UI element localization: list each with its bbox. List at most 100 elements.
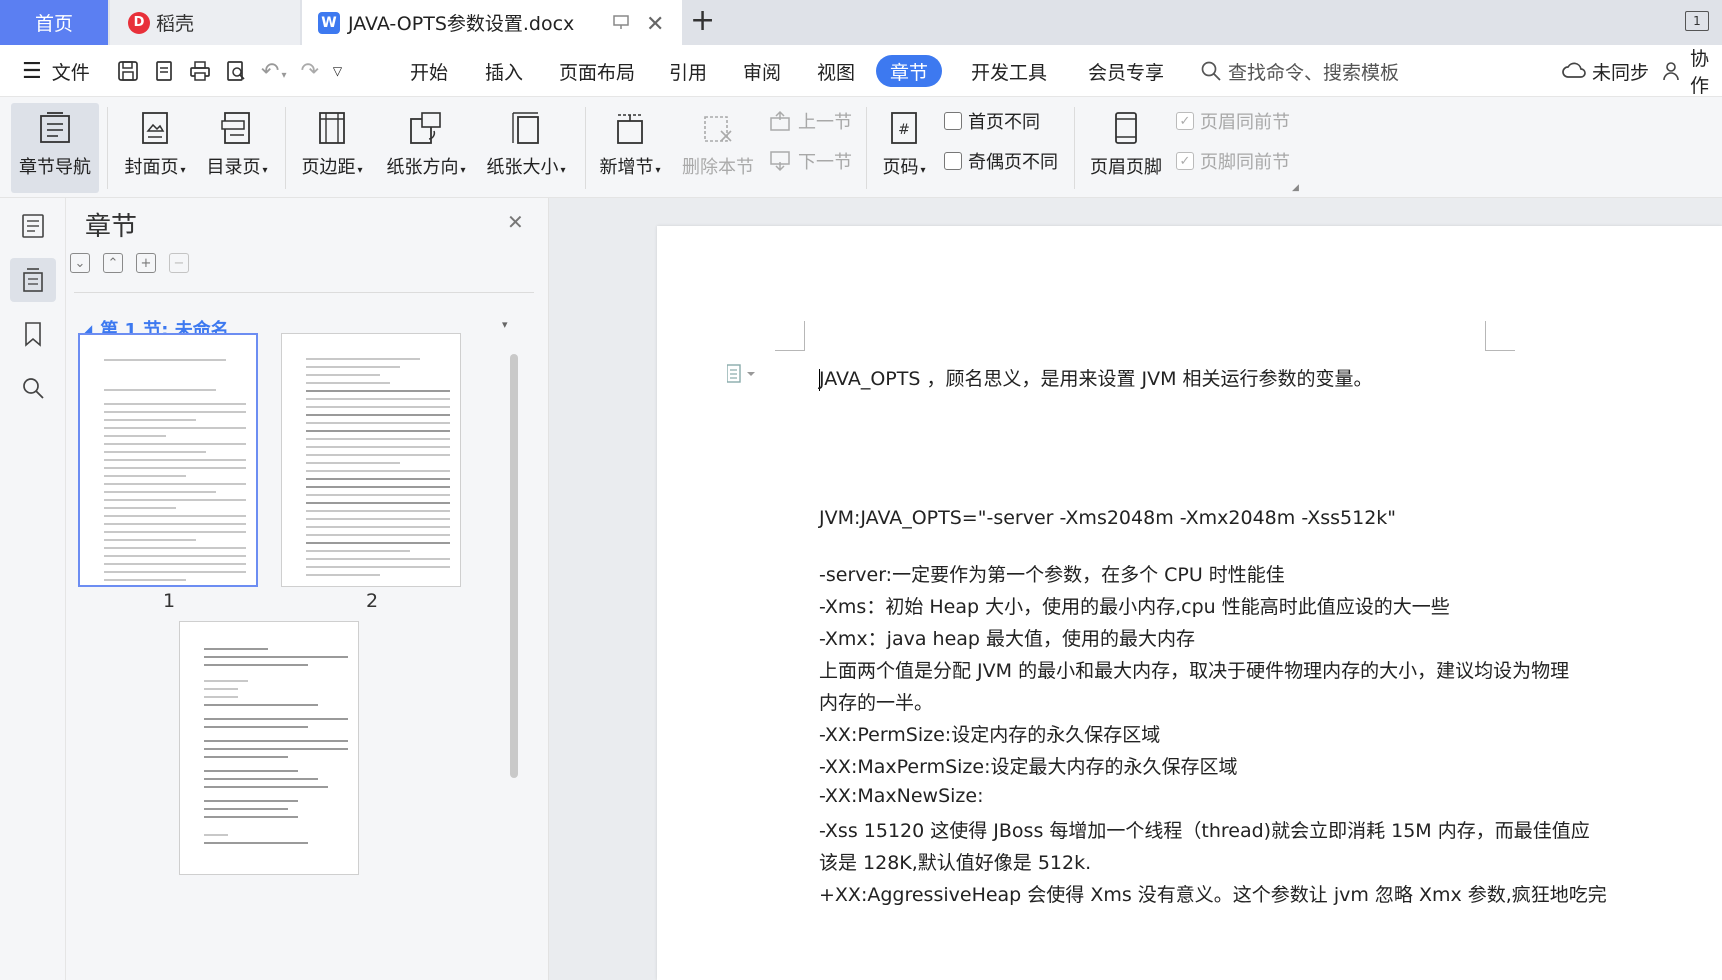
- divider: [107, 107, 108, 189]
- paper-size-label: 纸张大小: [486, 157, 559, 178]
- page-thumbnail-2[interactable]: [281, 333, 461, 587]
- page-number-label: 页码: [882, 157, 919, 178]
- doc-paragraph: -XX:MaxNewSize:: [819, 785, 984, 807]
- search-icon[interactable]: [10, 366, 56, 410]
- word-doc-icon: W: [318, 11, 340, 34]
- document-page[interactable]: JAVA_OPTS ，顾名思义，是用来设置 JVM 相关运行参数的变量。 JVM…: [657, 226, 1722, 980]
- menu-bar: ☰ 文件 ↶ ▾ ↷ ▽ 开始 插入 页面布局 引用 审阅 视图 章节 开发工具 …: [0, 45, 1722, 97]
- tab-daoke[interactable]: D 稻壳: [110, 0, 300, 45]
- prev-section-label: 上一节: [798, 112, 852, 133]
- remove-section-icon[interactable]: −: [169, 253, 189, 273]
- next-section-label: 下一节: [798, 152, 852, 173]
- menu-item-start[interactable]: 开始: [410, 45, 448, 97]
- collaborate-button[interactable]: 协作: [1662, 45, 1722, 97]
- chevron-down-icon[interactable]: ▾: [502, 318, 508, 331]
- margin-button[interactable]: 页边距 ▾: [297, 103, 367, 193]
- print-preview-icon[interactable]: [225, 60, 247, 82]
- doc-paragraph: 内存的一半。: [819, 692, 934, 714]
- more-dropdown-icon[interactable]: ▽: [333, 64, 342, 78]
- close-icon[interactable]: ✕: [507, 210, 524, 234]
- menu-item-reference[interactable]: 引用: [669, 45, 707, 97]
- menu-item-page-layout[interactable]: 页面布局: [559, 45, 635, 97]
- chapter-nav-button[interactable]: 章节导航: [11, 103, 99, 193]
- first-page-diff-checkbox[interactable]: 首页不同: [944, 105, 1040, 137]
- hamburger-icon: ☰: [22, 58, 42, 84]
- ribbon-toolbar: 章节导航 封面页 ▾ 目录页 ▾ 页边距 ▾ 纸张方向 ▾ 纸张大小 ▾ 新增节 ▾ 删除本…: [0, 97, 1722, 198]
- menu-item-view[interactable]: 视图: [817, 45, 855, 97]
- paragraph-format-icon[interactable]: [727, 364, 761, 384]
- sync-label: 未同步: [1592, 61, 1650, 84]
- save-icon[interactable]: [117, 60, 139, 82]
- doc-paragraph: -XX:PermSize:设定内存的永久保存区域: [819, 724, 1161, 746]
- paper-size-button[interactable]: 纸张大小 ▾: [480, 103, 572, 193]
- margin-corner: [775, 321, 805, 351]
- footer-same-checkbox[interactable]: ✓ 页脚同前节: [1176, 145, 1290, 177]
- toc-page-button[interactable]: 目录页 ▾: [200, 103, 274, 193]
- expand-all-icon[interactable]: ⌄: [70, 253, 90, 273]
- bookmark-icon[interactable]: [10, 312, 56, 356]
- menu-item-section[interactable]: 章节: [876, 55, 943, 87]
- thumbnail-number: 1: [163, 590, 176, 612]
- panel-scrollbar[interactable]: [510, 354, 518, 778]
- header-same-checkbox[interactable]: ✓ 页眉同前节: [1176, 105, 1290, 137]
- outline-icon[interactable]: [10, 204, 56, 248]
- menu-label: 章节: [890, 61, 929, 84]
- header-footer-label: 页眉页脚: [1090, 157, 1162, 178]
- next-section-button[interactable]: 下一节: [768, 145, 852, 177]
- next-section-icon: [768, 150, 792, 172]
- header-footer-button[interactable]: 页眉页脚: [1084, 103, 1168, 193]
- menu-label: 引用: [669, 61, 708, 84]
- cover-page-button[interactable]: 封面页 ▾: [117, 103, 193, 193]
- doc-paragraph: 该是 128K,默认值好像是 512k.: [819, 852, 1092, 874]
- new-tab-icon[interactable]: +: [690, 6, 715, 36]
- page-thumbnail-3[interactable]: [179, 621, 359, 875]
- orientation-button[interactable]: 纸张方向 ▾: [380, 103, 472, 193]
- menu-item-member[interactable]: 会员专享: [1088, 45, 1164, 97]
- redo-icon[interactable]: ↷: [300, 59, 318, 84]
- checkbox-icon: [944, 152, 962, 170]
- delete-section-icon: [701, 103, 735, 153]
- doc-paragraph: 上面两个值是分配 JVM 的最小和最大内存，取决于硬件物理内存的大小，建议均设为…: [819, 660, 1570, 682]
- page-number-button[interactable]: # 页码 ▾: [874, 103, 934, 193]
- file-menu[interactable]: ☰ 文件: [22, 45, 90, 97]
- new-section-icon: [614, 103, 646, 153]
- prev-section-button[interactable]: 上一节: [768, 105, 852, 137]
- window-count-badge[interactable]: 1: [1685, 11, 1709, 31]
- toc-page-icon: [221, 103, 253, 153]
- side-icon-strip: [0, 198, 66, 980]
- tab-close-icon[interactable]: ✕: [646, 12, 664, 37]
- tab-home[interactable]: 首页: [0, 0, 108, 45]
- doc-paragraph: -XX:MaxPermSize:设定最大内存的永久保存区域: [819, 756, 1238, 778]
- dialog-launcher-icon[interactable]: ◢: [1292, 183, 1299, 193]
- cloud-icon: [1562, 60, 1586, 82]
- odd-even-diff-checkbox[interactable]: 奇偶页不同: [944, 145, 1058, 177]
- doc-paragraph: -Xss 15120 这使得 JBoss 每增加一个线程（thread)就会立即…: [819, 820, 1590, 842]
- command-search[interactable]: 查找命令、搜索模板: [1200, 45, 1399, 97]
- doc-paragraph: -Xmx：java heap 最大值，使用的最大内存: [819, 628, 1196, 650]
- monitor-icon[interactable]: [612, 13, 630, 31]
- delete-section-button[interactable]: 删除本节: [678, 103, 758, 193]
- undo-icon[interactable]: ↶ ▾: [261, 59, 286, 84]
- header-same-label: 页眉同前节: [1200, 112, 1290, 133]
- divider: [1074, 107, 1075, 189]
- add-section-icon[interactable]: +: [136, 253, 156, 273]
- search-icon: [1200, 60, 1222, 82]
- chapter-panel-icon[interactable]: [10, 258, 56, 302]
- checkmark-icon: ✓: [1176, 112, 1194, 130]
- page-thumbnail-1[interactable]: [78, 333, 258, 587]
- new-section-button[interactable]: 新增节 ▾: [594, 103, 666, 193]
- divider: [285, 107, 286, 189]
- chapter-nav-icon: [38, 103, 72, 153]
- menu-label: 审阅: [743, 61, 782, 84]
- sync-status[interactable]: 未同步: [1562, 45, 1649, 97]
- export-pdf-icon[interactable]: [153, 60, 175, 82]
- collaborate-label: 协作: [1690, 48, 1710, 97]
- collapse-all-icon[interactable]: ⌃: [103, 253, 123, 273]
- menu-item-dev-tools[interactable]: 开发工具: [971, 45, 1047, 97]
- svg-text:#: #: [898, 122, 910, 138]
- paper-size-icon: [510, 103, 542, 153]
- cover-page-icon: [140, 103, 170, 153]
- menu-item-review[interactable]: 审阅: [743, 45, 781, 97]
- menu-item-insert[interactable]: 插入: [485, 45, 523, 97]
- print-icon[interactable]: [189, 60, 211, 82]
